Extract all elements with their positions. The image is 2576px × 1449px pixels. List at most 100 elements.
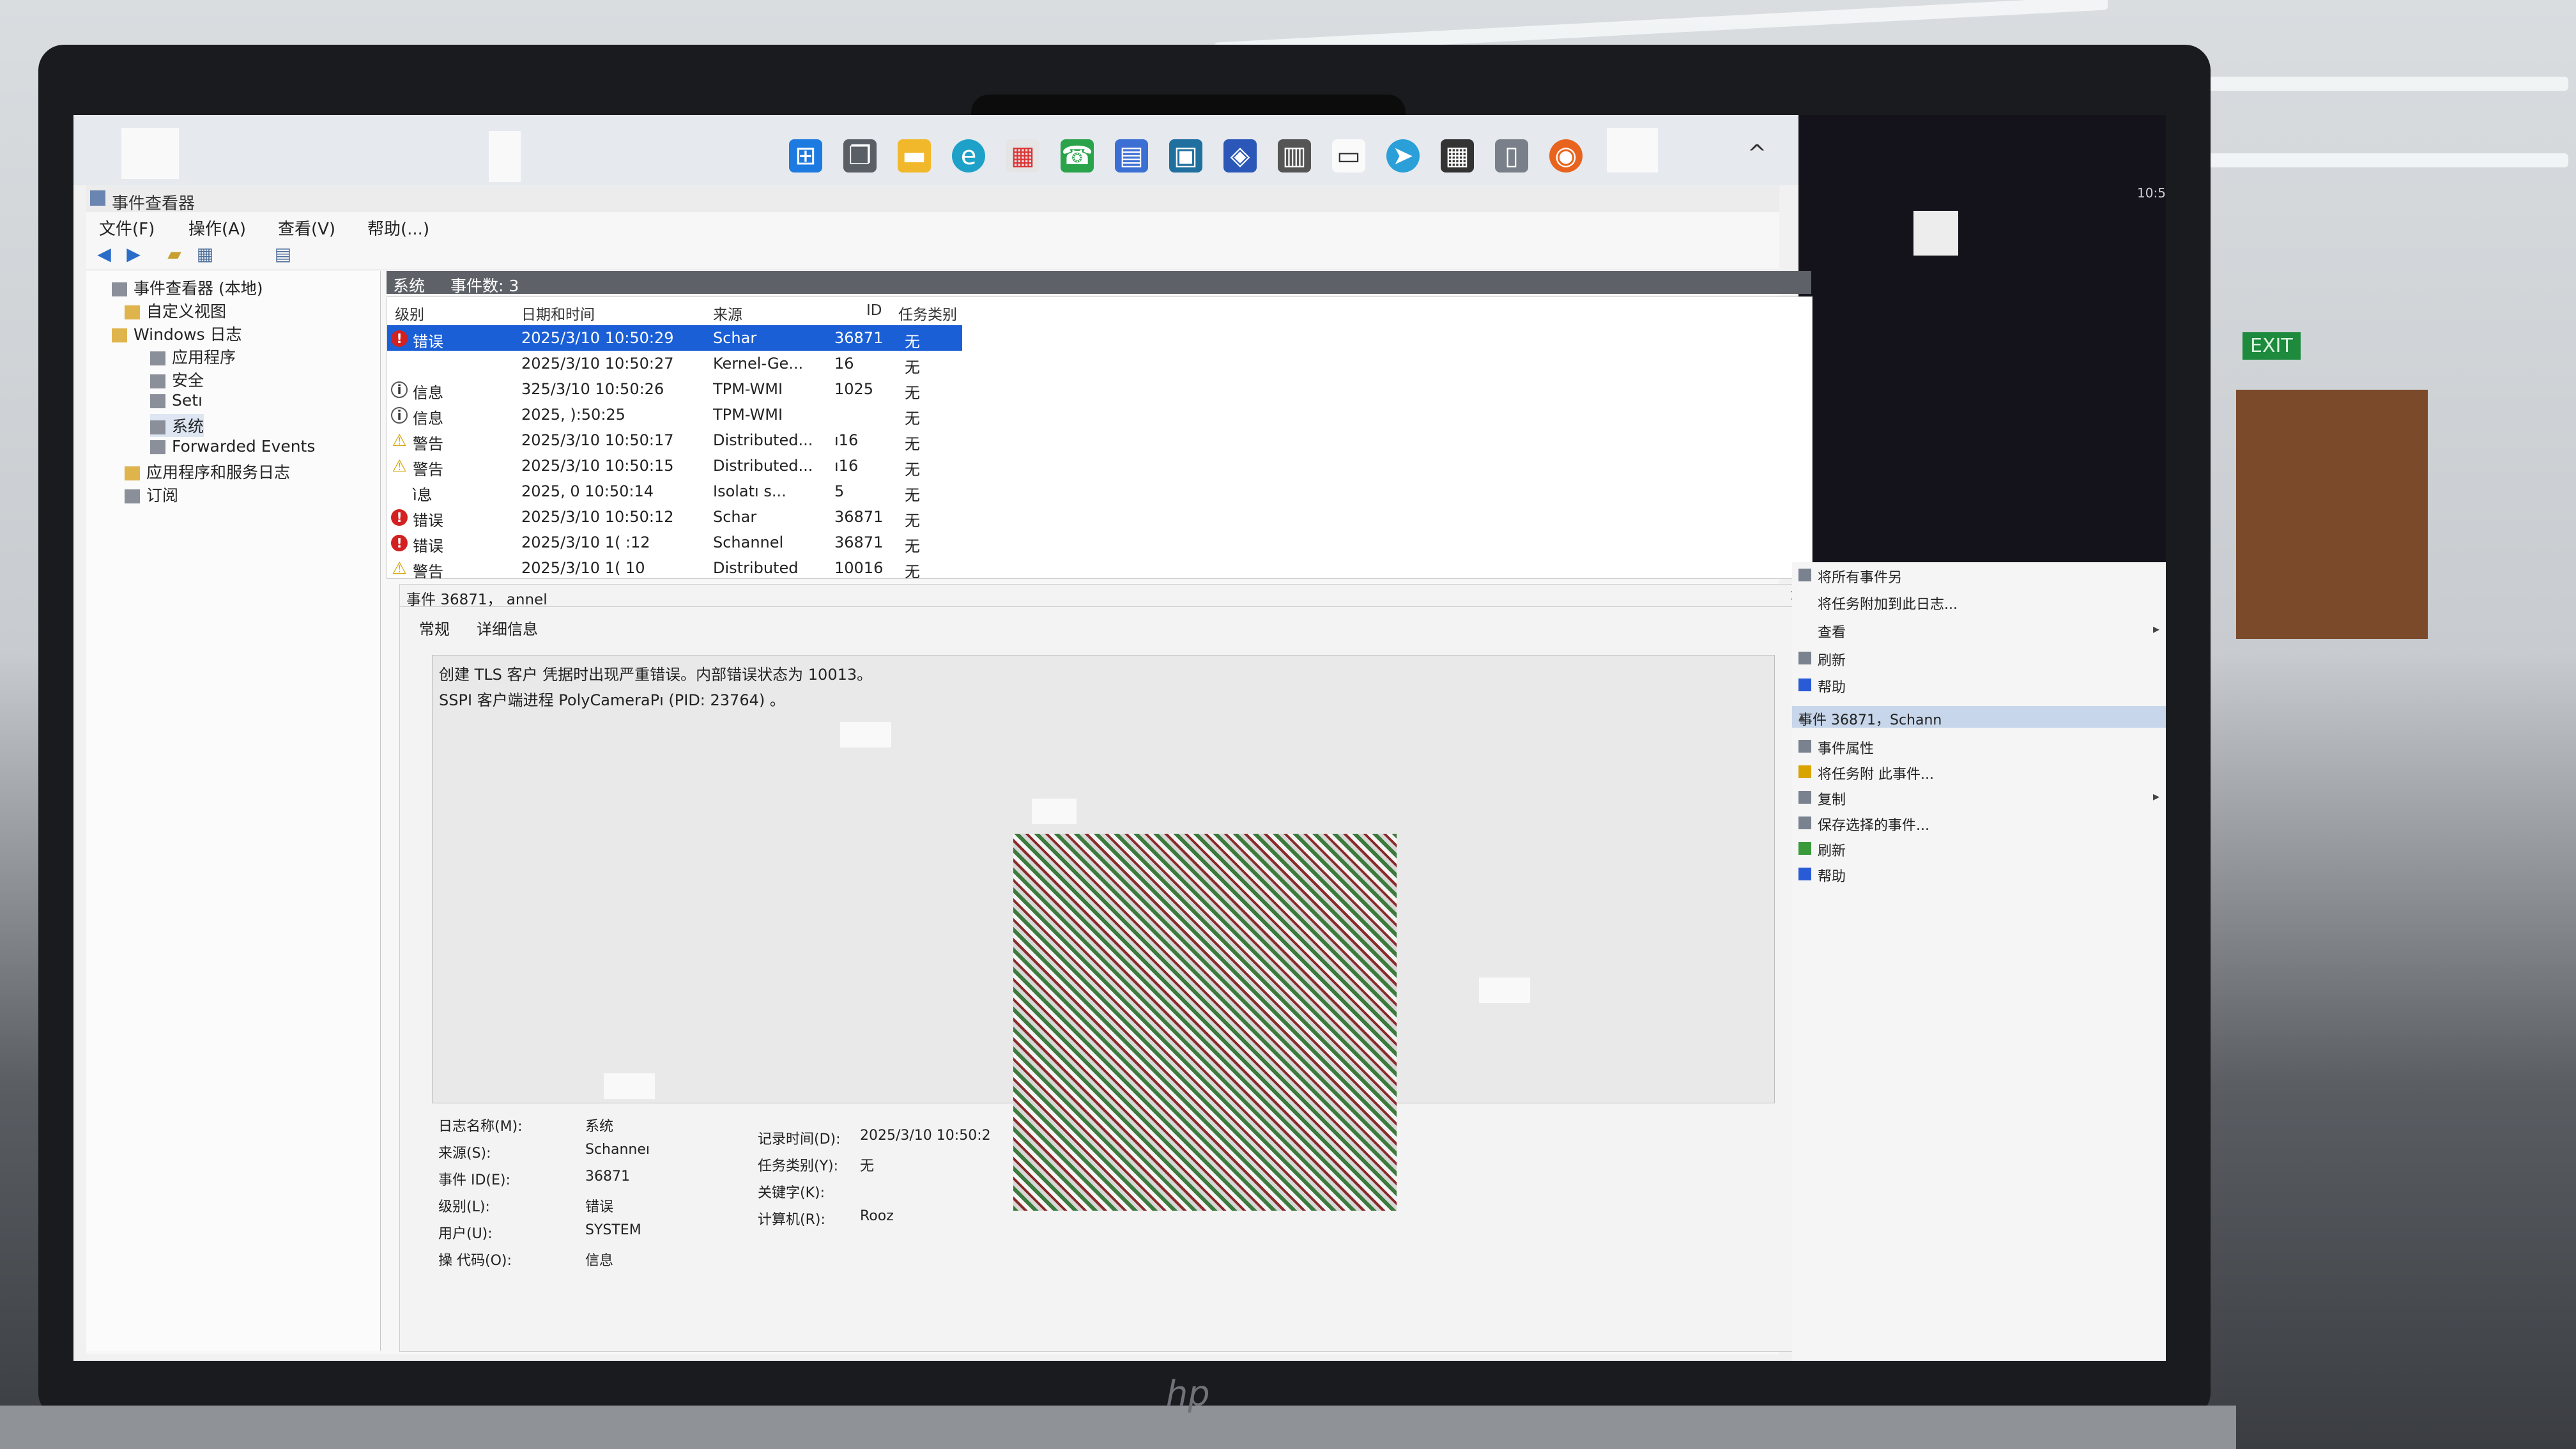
table-row[interactable]: ! 错误 2025/3/10 10:50:29 Schar 36871 无 bbox=[387, 325, 962, 351]
task-view-icon[interactable]: ❐ bbox=[843, 139, 877, 172]
store-icon[interactable]: ▦ bbox=[1006, 139, 1039, 172]
property-label: 关键字(K): bbox=[758, 1185, 825, 1201]
event-count: 事件数: 3 bbox=[450, 277, 519, 295]
tree-forwarded-events[interactable]: Forwarded Events bbox=[150, 437, 315, 456]
properties-icon bbox=[1798, 740, 1811, 753]
network-icon[interactable]: ◈ bbox=[1223, 139, 1257, 172]
refresh-icon bbox=[1798, 842, 1811, 855]
menu-action[interactable]: 操作(A) bbox=[188, 216, 246, 240]
property-value: 信息 bbox=[585, 1253, 614, 1269]
event-list: 级别 日期和时间 来源 ID 任务类别 ! 错误 2025/3/10 10:50:2… bbox=[387, 296, 1813, 581]
phone-icon[interactable]: ☎ bbox=[1061, 139, 1094, 172]
action-help-event[interactable]: 帮助 bbox=[1818, 865, 1846, 885]
console-tree: 事件查看器 (本地) 自定义视图 Windows 日志 应用程序 安全 Setı… bbox=[86, 271, 381, 1351]
table-row[interactable]: ì息 2025, 0 10:50:14 Isolatı s... 5 无 bbox=[387, 479, 962, 504]
action-attach-task[interactable]: 将任务附加到此日志... bbox=[1818, 593, 1958, 613]
edge-icon[interactable]: e bbox=[952, 139, 985, 172]
event-actions-header[interactable]: 事件 36871，Schann ▴ bbox=[1792, 706, 2166, 728]
center-pane: 系统 事件数: 3 级别 日期和时间 来源 ID 任务类别 ! 错误 2025/3/… bbox=[387, 271, 1813, 1352]
error-icon: ! bbox=[391, 535, 408, 551]
column-task-category[interactable]: 任务类别 bbox=[898, 302, 957, 324]
file-explorer-icon[interactable]: ▬ bbox=[898, 139, 931, 172]
id-cell: 36871 bbox=[834, 508, 884, 526]
save-icon bbox=[1798, 569, 1811, 581]
table-row[interactable]: ⚠ 警告 2025/3/10 1( 10 Distributed 10016 无 bbox=[387, 555, 962, 581]
up-folder-icon[interactable]: ▰ bbox=[163, 244, 186, 264]
datetime-cell: 2025, 0 10:50:14 bbox=[521, 482, 654, 500]
show-hide-tree-icon[interactable]: ▦ bbox=[194, 244, 217, 264]
level-cell: 错误 bbox=[413, 512, 443, 530]
id-cell: 16 bbox=[834, 355, 854, 372]
id-cell: 1025 bbox=[834, 380, 874, 398]
menu-help[interactable]: 帮助(...) bbox=[367, 216, 429, 240]
collapse-icon[interactable]: ▴ bbox=[1798, 709, 2159, 724]
menu-file[interactable]: 文件(F) bbox=[99, 216, 155, 240]
action-refresh[interactable]: 刷新 bbox=[1818, 649, 1846, 670]
column-level[interactable]: 级别 bbox=[395, 302, 424, 324]
source-cell: TPM-WMI bbox=[713, 406, 783, 424]
help-icon bbox=[1798, 868, 1811, 880]
source-cell: Schar bbox=[713, 508, 757, 526]
action-attach-task-event[interactable]: 将任务附 此事件... bbox=[1818, 763, 1934, 783]
calendar-icon[interactable]: ▦ bbox=[1441, 139, 1474, 172]
property-label: 日志名称(M): bbox=[438, 1119, 523, 1135]
info-icon: i bbox=[391, 381, 408, 398]
tree-application[interactable]: 应用程序 bbox=[150, 345, 236, 368]
exit-sign-text: EXIT bbox=[2250, 335, 2293, 357]
folder-icon bbox=[125, 305, 140, 319]
table-row[interactable]: i 信息 2025, ):50:25 TPM-WMI 无 bbox=[387, 402, 962, 427]
tray-overflow-chevron-icon[interactable]: ^ bbox=[1747, 141, 1767, 167]
action-help[interactable]: 帮助 bbox=[1818, 676, 1846, 696]
tree-system[interactable]: 系统 bbox=[150, 414, 204, 437]
action-save-all-events[interactable]: 将所有事件另 bbox=[1818, 566, 1902, 586]
toolbox-icon[interactable]: ▥ bbox=[1278, 139, 1311, 172]
table-row[interactable]: ! 错误 2025/3/10 10:50:12 Schar 36871 无 bbox=[387, 504, 962, 530]
column-datetime[interactable]: 日期和时间 bbox=[521, 302, 595, 324]
table-row[interactable]: ! 错误 2025/3/10 1( :12 Schannel 36871 无 bbox=[387, 530, 962, 555]
forward-arrow-icon[interactable]: ▶ bbox=[122, 244, 145, 264]
tree-root[interactable]: 事件查看器 (本地) bbox=[112, 276, 263, 299]
column-source[interactable]: 来源 bbox=[713, 302, 742, 324]
tree-app-services[interactable]: 应用程序和服务日志 bbox=[125, 460, 290, 483]
datetime-cell: 2025/3/10 1( 10 bbox=[521, 559, 645, 577]
properties-icon[interactable]: ▤ bbox=[272, 244, 295, 264]
table-row[interactable]: 2025/3/10 10:50:27 Kernel-Ge... 16 无 bbox=[387, 351, 962, 376]
usb-icon[interactable]: ▯ bbox=[1495, 139, 1528, 172]
laptop-screen: ⊞ ❐ ▬ e ▦ ☎ ▤ ▣ ◈ ▥ ▭ ➤ ▦ ▯ ◉ ^ 10:53 事件… bbox=[73, 115, 2166, 1361]
action-event-properties[interactable]: 事件属性 bbox=[1818, 737, 1874, 758]
source-cell: Distributed... bbox=[713, 431, 813, 449]
table-row[interactable]: ⚠ 警告 2025/3/10 10:50:15 Distributed... ı16 无 bbox=[387, 453, 962, 479]
action-copy[interactable]: 复制 bbox=[1818, 788, 1846, 809]
clock-time[interactable]: 10:53 bbox=[2137, 185, 2166, 201]
telegram-icon[interactable]: ➤ bbox=[1386, 139, 1420, 172]
glitch-block bbox=[840, 722, 891, 747]
action-refresh-event[interactable]: 刷新 bbox=[1818, 839, 1846, 860]
windows-start-icon[interactable]: ⊞ bbox=[789, 139, 822, 172]
action-save-selected[interactable]: 保存选择的事件... bbox=[1818, 814, 1929, 834]
table-row[interactable]: i 信息 325/3/10 10:50:26 TPM-WMI 1025 无 bbox=[387, 376, 962, 402]
firefox-icon[interactable]: ◉ bbox=[1549, 139, 1583, 172]
tab-general[interactable]: 常规 bbox=[419, 617, 450, 639]
save-icon bbox=[1798, 816, 1811, 829]
source-cell: Distributed bbox=[713, 559, 799, 577]
menu-view[interactable]: 查看(V) bbox=[278, 216, 335, 240]
tree-application-label: 应用程序 bbox=[172, 348, 236, 367]
briefcase-icon[interactable]: ▭ bbox=[1332, 139, 1365, 172]
remote-desktop-icon[interactable]: ▣ bbox=[1169, 139, 1202, 172]
log-icon bbox=[150, 374, 165, 388]
tab-details[interactable]: 详细信息 bbox=[477, 617, 538, 639]
tree-windows-logs[interactable]: Windows 日志 bbox=[112, 322, 242, 345]
calculator-icon[interactable]: ▤ bbox=[1115, 139, 1148, 172]
actions-pane: 将所有事件另 将任务附加到此日志... 查看 ▸ 刷新 帮助 事件 36871，… bbox=[1792, 562, 2166, 1361]
photo-scene: EXIT hp ⊞ ❐ ▬ e ▦ ☎ ▤ ▣ ◈ ▥ ▭ ➤ ▦ ▯ ◉ ^ … bbox=[0, 0, 2576, 1449]
tree-subscriptions[interactable]: 订阅 bbox=[125, 483, 178, 506]
tree-custom-views[interactable]: 自定义视图 bbox=[125, 299, 226, 322]
tree-setup[interactable]: Setı bbox=[150, 391, 203, 410]
table-row[interactable]: ⚠ 警告 2025/3/10 10:50:17 Distributed... ı16 无 bbox=[387, 427, 962, 453]
tree-security[interactable]: 安全 bbox=[150, 368, 204, 391]
glitch-block bbox=[1913, 211, 1958, 256]
column-id[interactable]: ID bbox=[866, 302, 882, 319]
action-view[interactable]: 查看 bbox=[1818, 621, 1846, 641]
tree-forwarded-label: Forwarded Events bbox=[172, 437, 316, 456]
back-arrow-icon[interactable]: ◀ bbox=[93, 244, 116, 264]
